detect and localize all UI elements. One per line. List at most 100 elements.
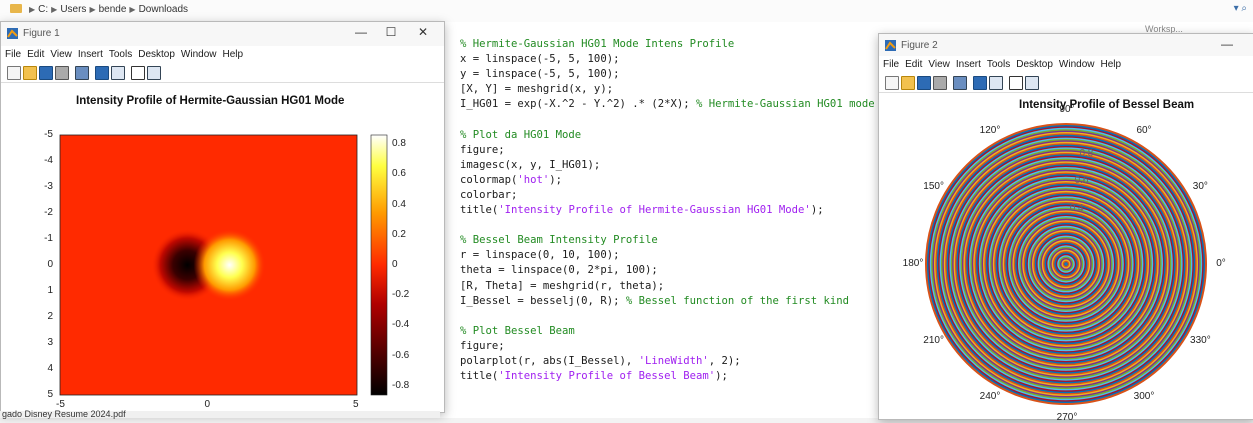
y-tick-label: -4	[44, 155, 53, 166]
figure-2-titlebar[interactable]: Figure 2 —	[879, 34, 1253, 56]
new-file-icon[interactable]	[7, 66, 21, 80]
colorbar-tick-label: 0.2	[392, 228, 406, 240]
figure-2-menubar: File Edit View Insert Tools Desktop Window Help	[879, 56, 1253, 74]
colorbar-tick-label: 0.4	[392, 198, 406, 210]
menu-file[interactable]: File	[883, 59, 899, 70]
menu-tools[interactable]: Tools	[109, 49, 132, 60]
y-tick-label: -3	[44, 181, 53, 192]
code-token: % Plot da HG01 Mode	[460, 128, 582, 141]
polar-title: Intensity Profile of Bessel Beam	[1019, 99, 1195, 111]
maximize-button[interactable]: ☐	[383, 25, 399, 39]
breadcrumb-item[interactable]: Users	[60, 4, 86, 15]
code-line: imagesc(x, y, I_HG01);	[460, 158, 875, 173]
save-icon[interactable]	[39, 66, 53, 80]
property-inspector-icon[interactable]	[147, 66, 161, 80]
code-token: colorbar;	[460, 188, 518, 201]
code-token: % Hermite-Gaussian HG01 Mode Intens Prof…	[460, 38, 735, 50]
open-folder-icon[interactable]	[901, 76, 915, 90]
menu-help[interactable]: Help	[223, 49, 244, 60]
menu-desktop[interactable]: Desktop	[138, 49, 175, 60]
minimize-button[interactable]: —	[353, 25, 369, 39]
code-token: imagesc(x, y, I_HG01);	[460, 158, 601, 171]
insert-colorbar-icon[interactable]	[95, 66, 109, 80]
code-line: % Hermite-Gaussian HG01 Mode Intens Prof…	[460, 37, 875, 52]
code-line: colorbar;	[460, 188, 875, 203]
breadcrumb-item[interactable]: C:	[38, 4, 48, 15]
code-token: % Bessel function of the first kind	[625, 294, 850, 307]
code-line: y = linspace(-5, 5, 100);	[460, 67, 875, 82]
radial-label: 0.8	[1079, 147, 1094, 159]
code-token: % Plot Bessel Beam	[460, 324, 575, 337]
angle-label: 150°	[923, 181, 944, 192]
code-line: figure;	[460, 339, 875, 354]
print-icon[interactable]	[933, 76, 947, 90]
code-line: polarplot(r, abs(I_Bessel), 'LineWidth',…	[460, 354, 875, 369]
pointer-icon[interactable]	[131, 66, 145, 80]
link-plot-icon[interactable]	[75, 66, 89, 80]
figure-1-window[interactable]: Figure 1 — ☐ ✕ File Edit View Insert Tools De…	[0, 21, 445, 413]
code-token: x = linspace(-5, 5, 100);	[460, 53, 620, 66]
code-token: polarplot(r, abs(I_Bessel),	[460, 354, 639, 367]
menu-view[interactable]: View	[50, 49, 72, 60]
menu-help[interactable]: Help	[1101, 59, 1122, 70]
link-plot-icon[interactable]	[953, 76, 967, 90]
window-title: Figure 1	[23, 28, 60, 39]
code-line: x = linspace(-5, 5, 100);	[460, 52, 875, 67]
code-token: colormap(	[460, 173, 518, 186]
code-token: I_HG01 = exp(-X.^2 - Y.^2) .* (2*X);	[460, 98, 696, 111]
save-icon[interactable]	[917, 76, 931, 90]
menu-file[interactable]: File	[5, 49, 21, 60]
insert-legend-icon[interactable]	[111, 66, 125, 80]
print-icon[interactable]	[55, 66, 69, 80]
breadcrumb[interactable]: ▶ C: ▶ Users ▶ bende ▶ Downloads	[10, 4, 188, 15]
code-token: title(	[460, 204, 499, 217]
x-tick-label: 0	[204, 399, 211, 410]
new-file-icon[interactable]	[885, 76, 899, 90]
breadcrumb-item[interactable]: Downloads	[139, 4, 188, 15]
pointer-icon[interactable]	[1009, 76, 1023, 90]
close-button[interactable]: ✕	[415, 25, 431, 39]
heatmap-title: Intensity Profile of Hermite-Gaussian HG…	[76, 95, 345, 107]
y-tick-label: 2	[47, 311, 53, 322]
code-line: I_HG01 = exp(-X.^2 - Y.^2) .* (2*X); % H…	[460, 97, 875, 112]
open-folder-icon[interactable]	[23, 66, 37, 80]
breadcrumb-item[interactable]: bende	[99, 4, 127, 15]
figure-1-toolbar	[1, 64, 444, 83]
heatmap-plot	[59, 134, 388, 396]
menu-view[interactable]: View	[928, 59, 950, 70]
property-inspector-icon[interactable]	[1025, 76, 1039, 90]
code-token: I_Bessel = besselj(0, R);	[460, 294, 626, 307]
menu-insert[interactable]: Insert	[78, 49, 103, 60]
radial-label: 0.6	[1074, 175, 1089, 187]
code-line	[460, 309, 875, 324]
menu-edit[interactable]: Edit	[27, 49, 44, 60]
angle-label: 180°	[902, 258, 924, 269]
angle-label: 90°	[1059, 104, 1075, 115]
angle-label: 120°	[979, 124, 1001, 136]
angle-label: 330°	[1190, 335, 1211, 346]
menu-desktop[interactable]: Desktop	[1016, 59, 1053, 70]
y-tick-label: -5	[44, 129, 53, 140]
code-line: [X, Y] = meshgrid(x, y);	[460, 82, 875, 97]
insert-colorbar-icon[interactable]	[973, 76, 987, 90]
code-line: % Bessel Beam Intensity Profile	[460, 233, 875, 248]
minimize-button[interactable]: —	[1219, 37, 1235, 51]
menu-edit[interactable]: Edit	[905, 59, 922, 70]
matlab-figure-icon	[7, 28, 18, 39]
code-line: % Plot Bessel Beam	[460, 324, 875, 339]
menu-window[interactable]: Window	[181, 49, 217, 60]
menu-insert[interactable]: Insert	[956, 59, 981, 70]
menu-window[interactable]: Window	[1059, 59, 1095, 70]
menu-tools[interactable]: Tools	[987, 59, 1010, 70]
colorbar-tick-label: -0.8	[392, 379, 410, 391]
colorbar-tick-label: -0.6	[392, 349, 410, 361]
search-icon[interactable]: ▾ ⌕	[1234, 3, 1247, 14]
figure-1-titlebar[interactable]: Figure 1 — ☐ ✕	[1, 22, 444, 46]
code-editor[interactable]: % Hermite-Gaussian HG01 Mode Intens Prof…	[460, 37, 875, 384]
code-token: r = linspace(0, 10, 100);	[460, 249, 620, 262]
insert-legend-icon[interactable]	[989, 76, 1003, 90]
figure-2-window[interactable]: Figure 2 — File Edit View Insert Tools Deskto…	[878, 33, 1253, 423]
code-line: [R, Theta] = meshgrid(r, theta);	[460, 279, 875, 294]
